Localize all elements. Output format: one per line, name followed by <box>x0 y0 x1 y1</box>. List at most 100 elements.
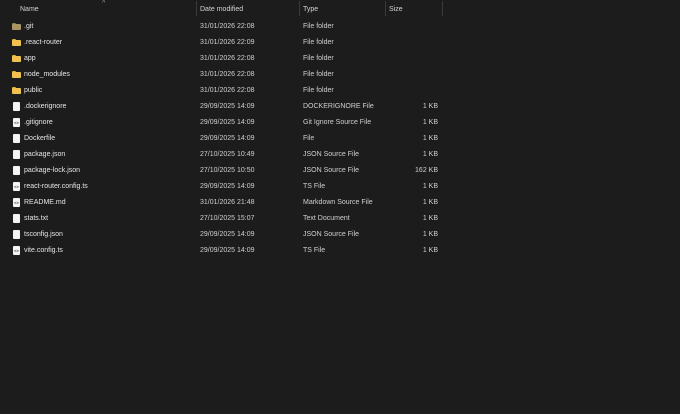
file-size: 1 KB <box>422 135 438 142</box>
file-date-modified: 29/09/2025 14:09 <box>200 135 255 142</box>
file-icon <box>12 102 21 112</box>
file-size: 1 KB <box>422 247 438 254</box>
file-name: .dockerignore <box>24 103 67 110</box>
file-size <box>386 35 438 51</box>
file-name: react-router.config.ts <box>24 183 88 190</box>
folder-icon <box>12 38 21 48</box>
code-file-icon: <> <box>13 246 20 255</box>
file-name: stats.txt <box>24 215 49 222</box>
file-name: Dockerfile <box>24 135 56 142</box>
column-divider[interactable] <box>196 1 197 16</box>
column-type-header[interactable]: Type <box>303 0 318 18</box>
file-row[interactable]: .git 31/01/2026 22:08 File folder <box>0 19 680 35</box>
file-type: File folder <box>303 23 334 30</box>
file-size: 1 KB <box>422 215 438 222</box>
file-date-modified: 27/10/2025 10:50 <box>200 167 255 174</box>
code-file-icon: <> <box>13 118 20 127</box>
file-name: .react-router <box>24 39 63 46</box>
sort-ascending-icon: ^ <box>102 0 106 7</box>
file-row[interactable]: <> react-router.config.ts 29/09/2025 14:09… <box>0 179 680 195</box>
file-size: 1 KB <box>422 151 438 158</box>
file-icon <box>12 134 21 144</box>
file-name: package.json <box>24 151 66 158</box>
file-name: node_modules <box>24 71 70 78</box>
file-type: File folder <box>303 55 334 62</box>
column-divider[interactable] <box>299 1 300 16</box>
file-icon <box>12 150 21 160</box>
file-row[interactable]: .react-router 31/01/2026 22:09 File folder <box>0 35 680 51</box>
file-row[interactable]: package.json 27/10/2025 10:49 JSON Source … <box>0 147 680 163</box>
code-file-icon: <> <box>13 198 20 207</box>
file-date-modified: 29/09/2025 14:09 <box>200 183 255 190</box>
file-name: vite.config.ts <box>24 247 63 254</box>
file-row[interactable]: stats.txt 27/10/2025 15:07 Text Document 1 … <box>0 211 680 227</box>
file-date-modified: 31/01/2026 22:08 <box>200 87 255 94</box>
file-row[interactable]: package-lock.json 27/10/2025 10:50 JSON So… <box>0 163 680 179</box>
file-row[interactable]: tsconfig.json 29/09/2025 14:09 JSON Source… <box>0 227 680 243</box>
file-name: public <box>24 87 43 94</box>
file-date-modified: 29/09/2025 14:09 <box>200 247 255 254</box>
file-size: 1 KB <box>422 183 438 190</box>
file-type: File folder <box>303 71 334 78</box>
folder-icon <box>12 22 21 32</box>
file-name: tsconfig.json <box>24 231 63 238</box>
file-size: 1 KB <box>422 119 438 126</box>
file-size <box>386 19 438 35</box>
file-row[interactable]: <> README.md 31/01/2026 21:48 Markdown Sour… <box>0 195 680 211</box>
file-type: JSON Source File <box>303 151 360 158</box>
folder-icon <box>12 54 21 64</box>
code-file-icon: <> <box>13 182 20 191</box>
file-row[interactable]: Dockerfile 29/09/2025 14:09 File 1 KB <box>0 131 680 147</box>
file-name: app <box>24 55 36 62</box>
file-icon <box>12 230 21 240</box>
file-name: README.md <box>24 199 66 206</box>
file-type: JSON Source File <box>303 231 360 238</box>
file-size: 1 KB <box>422 231 438 238</box>
file-type: Git Ignore Source File <box>303 119 372 126</box>
file-type: File <box>303 135 315 142</box>
file-type: TS File <box>303 183 326 190</box>
file-type: JSON Source File <box>303 167 360 174</box>
file-type: File folder <box>303 87 334 94</box>
file-size <box>386 51 438 67</box>
file-size <box>386 67 438 83</box>
file-name: .git <box>24 23 34 30</box>
file-name: package-lock.json <box>24 167 81 174</box>
file-type: DOCKERIGNORE File <box>303 103 374 110</box>
folder-icon <box>12 70 21 80</box>
file-size <box>386 83 438 99</box>
file-type: TS File <box>303 247 326 254</box>
file-type: Markdown Source File <box>303 199 373 206</box>
file-date-modified: 29/09/2025 14:09 <box>200 231 255 238</box>
file-row[interactable]: .dockerignore 29/09/2025 14:09 DOCKERIGNOR… <box>0 99 680 115</box>
file-type: Text Document <box>303 215 350 222</box>
file-date-modified: 31/01/2026 21:48 <box>200 199 255 206</box>
column-divider[interactable] <box>385 1 386 16</box>
file-row[interactable]: node_modules 31/01/2026 22:08 File folder <box>0 67 680 83</box>
file-row[interactable]: public 31/01/2026 22:08 File folder <box>0 83 680 99</box>
column-divider[interactable] <box>442 1 443 16</box>
column-size-header[interactable]: Size <box>389 0 403 18</box>
file-date-modified: 27/10/2025 15:07 <box>200 215 255 222</box>
file-date-modified: 29/09/2025 14:09 <box>200 119 255 126</box>
file-date-modified: 31/01/2026 22:09 <box>200 39 255 46</box>
file-size: 1 KB <box>422 103 438 110</box>
file-date-modified: 31/01/2026 22:08 <box>200 71 255 78</box>
file-size: 162 KB <box>415 167 438 174</box>
folder-icon <box>12 86 21 96</box>
file-size: 1 KB <box>422 199 438 206</box>
file-row[interactable]: app 31/01/2026 22:08 File folder <box>0 51 680 67</box>
file-date-modified: 27/10/2025 10:49 <box>200 151 255 158</box>
file-date-modified: 29/09/2025 14:09 <box>200 103 255 110</box>
file-date-modified: 31/01/2026 22:08 <box>200 55 255 62</box>
column-name-header[interactable]: Name <box>20 0 39 18</box>
column-header: Name ^ Date modified Type Size <box>0 0 680 18</box>
column-date-header[interactable]: Date modified <box>200 0 243 18</box>
file-row[interactable]: <> vite.config.ts 29/09/2025 14:09 TS File 1… <box>0 243 680 259</box>
file-type: File folder <box>303 39 334 46</box>
file-icon <box>12 166 21 176</box>
file-date-modified: 31/01/2026 22:08 <box>200 23 255 30</box>
file-name: .gitignore <box>24 119 53 126</box>
file-row[interactable]: <> .gitignore 29/09/2025 14:09 Git Ignore S… <box>0 115 680 131</box>
file-icon <box>12 214 21 224</box>
